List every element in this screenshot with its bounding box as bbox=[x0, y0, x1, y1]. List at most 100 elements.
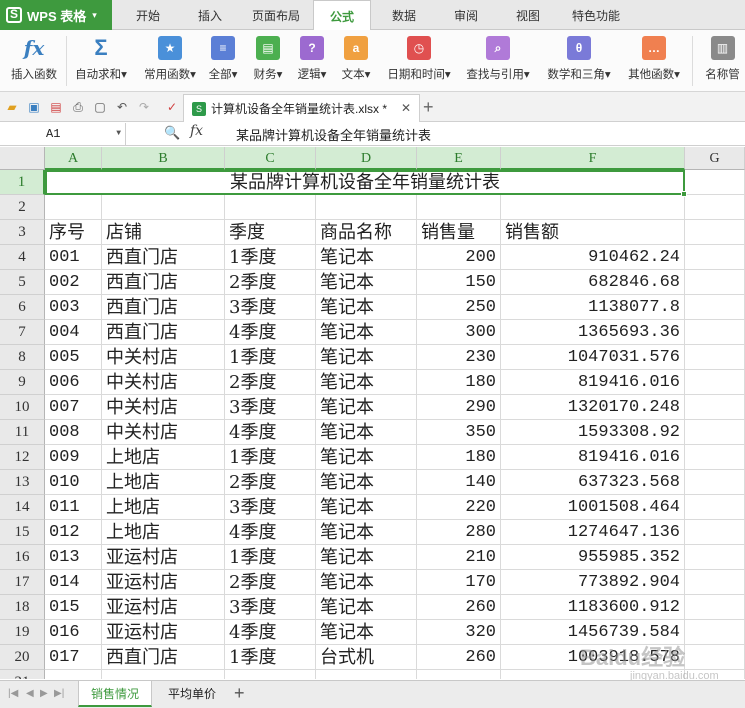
table-cell[interactable]: 1274647.136 bbox=[501, 520, 685, 545]
empty-cell[interactable] bbox=[316, 670, 417, 679]
empty-cell[interactable] bbox=[685, 245, 745, 270]
table-cell[interactable]: 1季度 bbox=[225, 545, 316, 570]
empty-cell[interactable] bbox=[685, 470, 745, 495]
table-cell[interactable]: 150 bbox=[417, 270, 501, 295]
table-cell[interactable]: 笔记本 bbox=[316, 520, 417, 545]
table-cell[interactable]: 320 bbox=[417, 620, 501, 645]
column-header-f[interactable]: F bbox=[501, 147, 685, 170]
row-header[interactable]: 17 bbox=[0, 570, 45, 595]
column-header-g[interactable]: G bbox=[685, 147, 745, 170]
new-tab-plus-icon[interactable]: + bbox=[423, 97, 434, 118]
column-header-a[interactable]: A bbox=[45, 147, 102, 170]
table-cell[interactable]: 2季度 bbox=[225, 470, 316, 495]
table-cell[interactable]: 230 bbox=[417, 345, 501, 370]
table-cell[interactable]: 1季度 bbox=[225, 345, 316, 370]
empty-cell[interactable] bbox=[685, 195, 745, 220]
prev-sheet-icon[interactable]: ◀ bbox=[26, 688, 34, 699]
table-cell[interactable]: 1季度 bbox=[225, 445, 316, 470]
empty-cell[interactable] bbox=[685, 270, 745, 295]
table-cell[interactable]: 014 bbox=[45, 570, 102, 595]
column-header-d[interactable]: D bbox=[316, 147, 417, 170]
empty-cell[interactable] bbox=[685, 645, 745, 670]
table-cell[interactable]: 1047031.576 bbox=[501, 345, 685, 370]
empty-cell[interactable] bbox=[685, 370, 745, 395]
table-cell[interactable]: 1季度 bbox=[225, 645, 316, 670]
table-cell[interactable]: 1593308.92 bbox=[501, 420, 685, 445]
table-cell[interactable]: 笔记本 bbox=[316, 470, 417, 495]
table-cell[interactable]: 笔记本 bbox=[316, 570, 417, 595]
table-cell[interactable]: 笔记本 bbox=[316, 245, 417, 270]
tab-special[interactable]: 特色功能 bbox=[566, 0, 626, 30]
row-header[interactable]: 5 bbox=[0, 270, 45, 295]
tab-view[interactable]: 视图 bbox=[508, 0, 548, 30]
row-header[interactable]: 7 bbox=[0, 320, 45, 345]
format-painter-icon[interactable]: ✓ bbox=[164, 99, 180, 115]
empty-cell[interactable] bbox=[685, 595, 745, 620]
table-cell[interactable]: 4季度 bbox=[225, 520, 316, 545]
empty-cell[interactable] bbox=[685, 495, 745, 520]
table-cell[interactable]: 819416.016 bbox=[501, 370, 685, 395]
formula-input[interactable]: 某品牌计算机设备全年销量统计表 bbox=[236, 125, 431, 144]
redo-icon[interactable]: ↷ bbox=[136, 99, 152, 115]
table-cell[interactable]: 上地店 bbox=[102, 520, 225, 545]
empty-cell[interactable] bbox=[685, 545, 745, 570]
tab-formulas[interactable]: 公式 bbox=[313, 0, 371, 31]
table-cell[interactable]: 955985.352 bbox=[501, 545, 685, 570]
empty-cell[interactable] bbox=[685, 420, 745, 445]
empty-cell[interactable] bbox=[685, 570, 745, 595]
table-cell[interactable]: 2季度 bbox=[225, 570, 316, 595]
fill-handle[interactable] bbox=[681, 191, 687, 197]
sheet-tab-avg-price[interactable]: 平均单价 bbox=[156, 681, 228, 707]
table-cell[interactable]: 210 bbox=[417, 545, 501, 570]
empty-cell[interactable] bbox=[45, 670, 102, 679]
table-cell[interactable]: 001 bbox=[45, 245, 102, 270]
row-header[interactable]: 8 bbox=[0, 345, 45, 370]
table-cell[interactable]: 011 bbox=[45, 495, 102, 520]
empty-cell[interactable] bbox=[685, 220, 745, 245]
empty-cell[interactable] bbox=[102, 670, 225, 679]
row-header[interactable]: 19 bbox=[0, 620, 45, 645]
math-functions-button[interactable]: θ 数学和三角▾ bbox=[542, 34, 616, 90]
row-header[interactable]: 4 bbox=[0, 245, 45, 270]
table-cell[interactable]: 笔记本 bbox=[316, 620, 417, 645]
close-icon[interactable]: ✕ bbox=[401, 101, 411, 115]
table-cell[interactable]: 4季度 bbox=[225, 620, 316, 645]
table-cell[interactable]: 上地店 bbox=[102, 495, 225, 520]
tab-home[interactable]: 开始 bbox=[128, 0, 168, 30]
document-tab[interactable]: S 计算机设备全年销量统计表.xlsx * ✕ bbox=[183, 94, 420, 122]
open-folder-icon[interactable]: ▰ bbox=[4, 99, 20, 115]
empty-cell[interactable] bbox=[316, 195, 417, 220]
empty-cell[interactable] bbox=[501, 195, 685, 220]
table-cell[interactable]: 350 bbox=[417, 420, 501, 445]
table-cell[interactable]: 200 bbox=[417, 245, 501, 270]
table-cell[interactable]: 017 bbox=[45, 645, 102, 670]
add-sheet-plus-icon[interactable]: + bbox=[234, 683, 245, 704]
table-cell[interactable]: 商品名称 bbox=[316, 220, 417, 245]
table-cell[interactable]: 009 bbox=[45, 445, 102, 470]
table-cell[interactable]: 笔记本 bbox=[316, 270, 417, 295]
table-cell[interactable]: 280 bbox=[417, 520, 501, 545]
table-cell[interactable]: 4季度 bbox=[225, 420, 316, 445]
table-cell[interactable]: 910462.24 bbox=[501, 245, 685, 270]
other-functions-button[interactable]: … 其他函数▾ bbox=[622, 34, 686, 90]
table-cell[interactable]: 3季度 bbox=[225, 295, 316, 320]
table-cell[interactable]: 013 bbox=[45, 545, 102, 570]
table-cell[interactable]: 笔记本 bbox=[316, 595, 417, 620]
row-header[interactable]: 14 bbox=[0, 495, 45, 520]
table-cell[interactable]: 笔记本 bbox=[316, 445, 417, 470]
table-cell[interactable]: 笔记本 bbox=[316, 370, 417, 395]
name-box[interactable]: A1 ▼ bbox=[0, 123, 126, 145]
table-cell[interactable]: 台式机 bbox=[316, 645, 417, 670]
tab-review[interactable]: 审阅 bbox=[446, 0, 486, 30]
row-header[interactable]: 2 bbox=[0, 195, 45, 220]
app-menu-button[interactable]: WPS 表格 ▾ bbox=[0, 0, 112, 30]
datetime-functions-button[interactable]: ◷ 日期和时间▾ bbox=[384, 34, 454, 90]
print-preview-icon[interactable]: ▢ bbox=[92, 99, 108, 115]
row-header[interactable]: 6 bbox=[0, 295, 45, 320]
table-cell[interactable]: 1183600.912 bbox=[501, 595, 685, 620]
table-cell[interactable]: 笔记本 bbox=[316, 495, 417, 520]
row-header[interactable]: 3 bbox=[0, 220, 45, 245]
table-cell[interactable]: 006 bbox=[45, 370, 102, 395]
table-cell[interactable]: 300 bbox=[417, 320, 501, 345]
table-cell[interactable]: 亚运村店 bbox=[102, 545, 225, 570]
